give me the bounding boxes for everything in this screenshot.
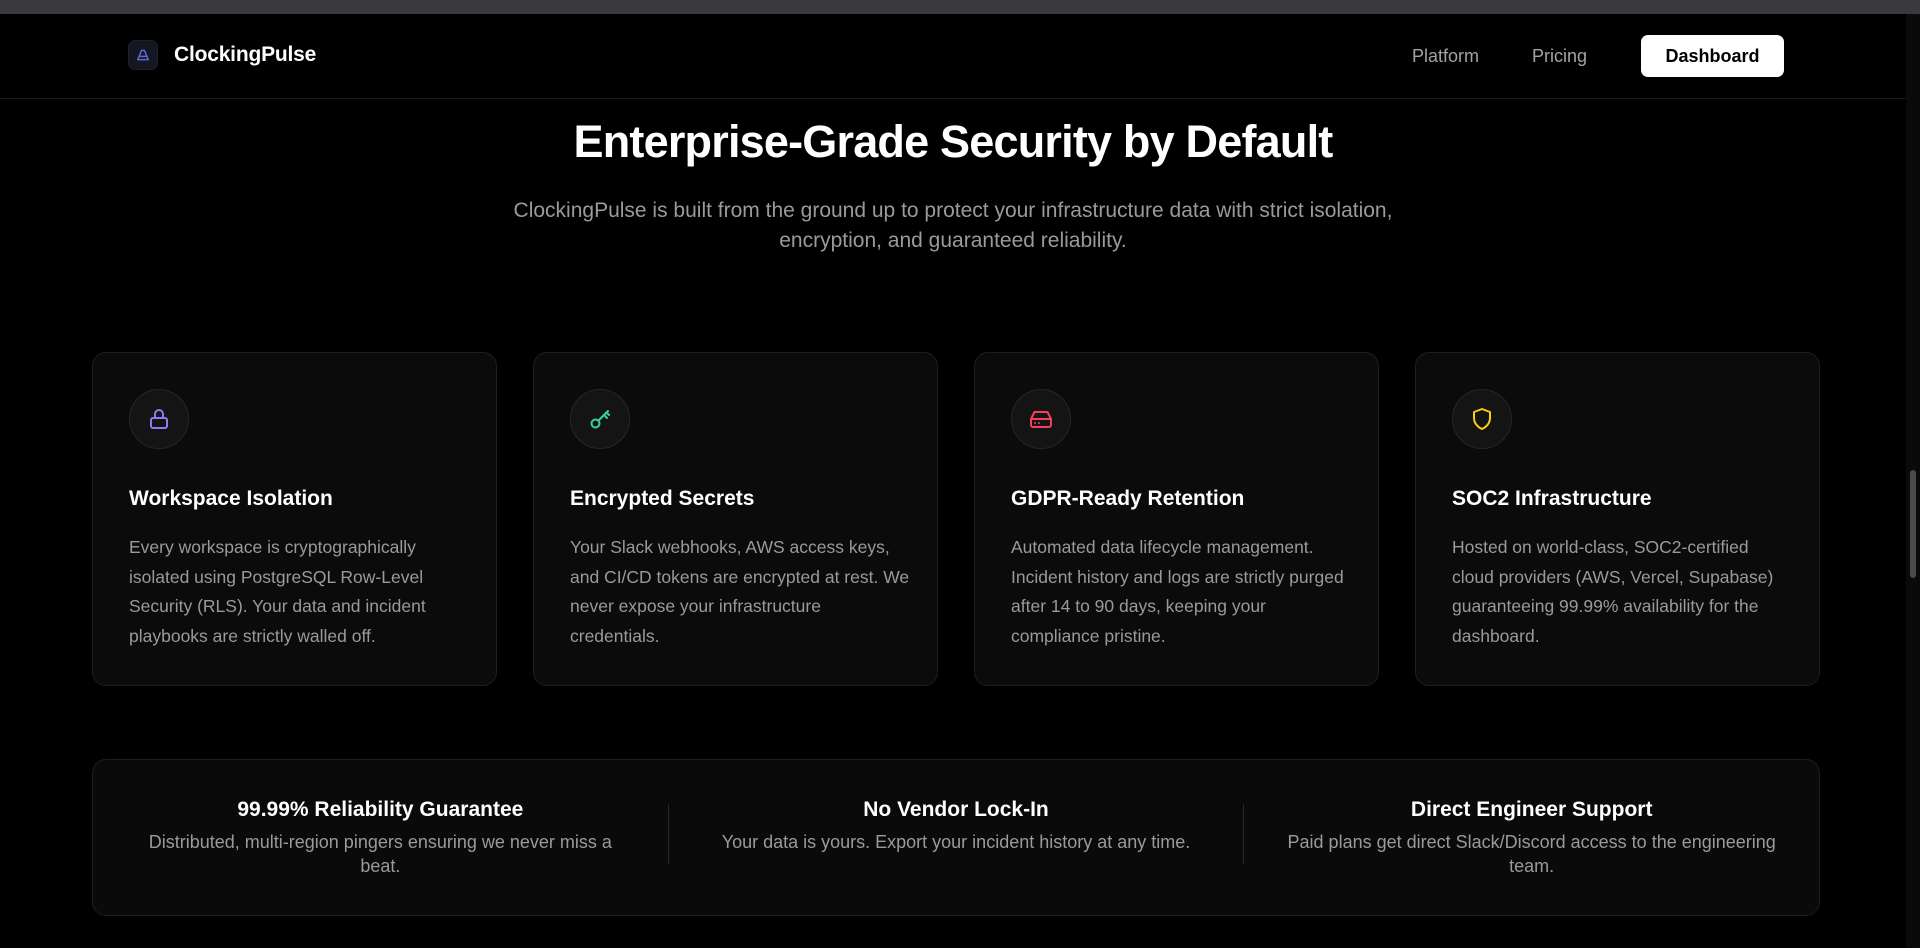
section-title: Enterprise-Grade Security by Default — [573, 116, 1334, 167]
feature-reliability: 99.99% Reliability Guarantee Distributed… — [93, 798, 668, 878]
guarantees-panel: 99.99% Reliability Guarantee Distributed… — [92, 759, 1820, 916]
feature-engineer-support: Direct Engineer Support Paid plans get d… — [1244, 798, 1819, 878]
brand-logo-icon — [128, 40, 158, 70]
card-workspace-isolation: Workspace Isolation Every workspace is c… — [92, 352, 497, 686]
card-title: Workspace Isolation — [129, 487, 333, 510]
card-description: Every workspace is cryptographically iso… — [129, 537, 426, 646]
section-subtitle: ClockingPulse is built from the ground u… — [513, 199, 1393, 252]
lock-icon — [129, 389, 189, 449]
brand[interactable]: ClockingPulse — [128, 40, 316, 70]
nav-link-pricing[interactable]: Pricing — [1532, 46, 1587, 67]
card-soc2-infrastructure: SOC2 Infrastructure Hosted on world-clas… — [1415, 352, 1820, 686]
feature-title: Direct Engineer Support — [1410, 798, 1653, 821]
feature-title: No Vendor Lock-In — [863, 798, 1049, 821]
card-encrypted-secrets: Encrypted Secrets Your Slack webhooks, A… — [533, 352, 938, 686]
card-title: SOC2 Infrastructure — [1452, 487, 1652, 510]
hard-drive-icon — [1011, 389, 1071, 449]
feature-no-lock-in: No Vendor Lock-In Your data is yours. Ex… — [669, 798, 1244, 854]
card-description: Hosted on world-class, SOC2-certified cl… — [1452, 537, 1774, 646]
shield-icon — [1452, 389, 1512, 449]
card-title: GDPR-Ready Retention — [1011, 487, 1245, 510]
feature-description: Paid plans get direct Slack/Discord acce… — [1287, 832, 1776, 876]
top-navigation: ClockingPulse Platform Pricing Dashboard — [0, 14, 1906, 99]
card-description: Automated data lifecycle management. Inc… — [1011, 537, 1344, 646]
feature-description: Distributed, multi-region pingers ensuri… — [148, 832, 612, 876]
dashboard-button[interactable]: Dashboard — [1641, 35, 1784, 77]
feature-title: 99.99% Reliability Guarantee — [237, 798, 524, 821]
scrollbar-thumb[interactable] — [1910, 470, 1916, 578]
card-gdpr-retention: GDPR-Ready Retention Automated data life… — [974, 352, 1379, 686]
brand-name: ClockingPulse — [174, 43, 317, 66]
feature-description: Your data is yours. Export your incident… — [721, 832, 1191, 852]
page-scrollbar[interactable] — [1906, 14, 1920, 948]
browser-top-strip — [0, 0, 1920, 14]
security-cards: Workspace Isolation Every workspace is c… — [92, 352, 1820, 686]
nav-link-platform[interactable]: Platform — [1412, 46, 1479, 67]
card-title: Encrypted Secrets — [570, 487, 755, 510]
key-icon — [570, 389, 630, 449]
card-description: Your Slack webhooks, AWS access keys, an… — [570, 537, 910, 646]
